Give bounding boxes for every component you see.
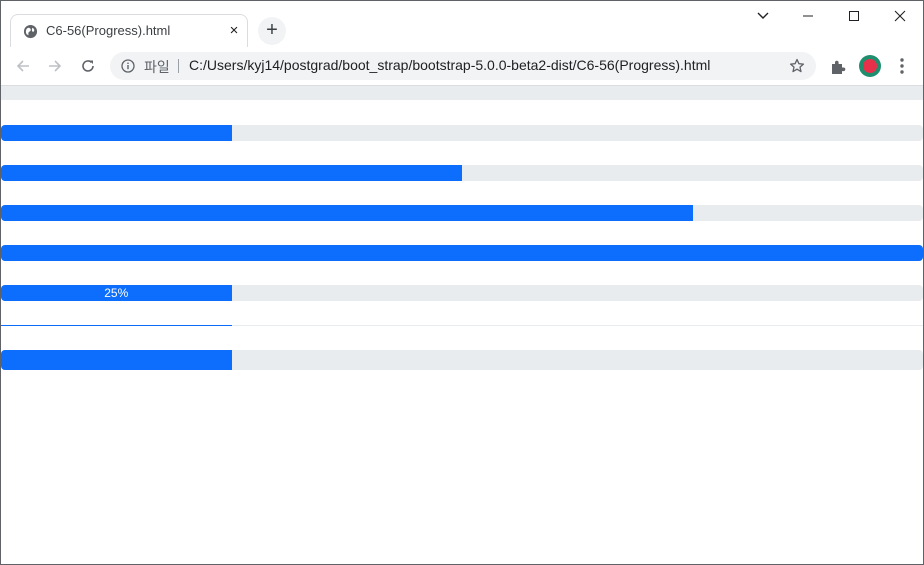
close-window-button[interactable] [878,1,923,31]
browser-tab[interactable]: C6-56(Progress).html × [10,14,248,47]
minimize-button[interactable] [786,1,832,31]
close-icon [894,10,906,22]
reload-button[interactable] [76,54,100,78]
avatar[interactable] [859,55,881,77]
progress-thick [1,350,923,370]
page-content: 25% [1,86,923,564]
tab-title: C6-56(Progress).html [46,23,171,38]
progress-100 [1,245,923,261]
top-progress-strip [1,86,923,100]
url-text[interactable]: C:/Users/kyj14/postgrad/boot_strap/boots… [189,57,710,73]
maximize-icon [849,11,859,21]
back-button[interactable] [11,54,35,78]
info-icon[interactable] [121,59,135,73]
star-icon[interactable] [789,58,805,74]
tab-search-button[interactable] [740,1,786,31]
forward-button[interactable] [43,54,67,78]
progress-bar-fill [1,205,693,221]
arrow-right-icon [49,60,62,72]
globe-icon [23,24,38,39]
progress-labeled: 25% [1,285,923,301]
progress-bar-fill [1,325,232,326]
address-separator [178,59,179,73]
progress-bar-fill [1,245,923,261]
arrow-left-icon [16,60,29,72]
scheme-label: 파일 [144,59,170,75]
tab-close-button[interactable]: × [225,22,243,40]
browser-toolbar: 파일 C:/Users/kyj14/postgrad/boot_strap/bo… [1,47,923,86]
maximize-button[interactable] [832,1,878,31]
progress-bar-fill: 25% [1,285,232,301]
new-tab-button[interactable]: + [258,17,286,45]
minimize-icon [803,15,813,17]
progress-75 [1,205,923,221]
progress-thin [1,325,923,326]
progress-bar-fill [1,350,232,370]
more-vert-icon[interactable] [894,57,910,75]
address-bar[interactable]: 파일 C:/Users/kyj14/postgrad/boot_strap/bo… [110,52,816,80]
browser-window: C6-56(Progress).html × + 파일 C:/Users/kyj… [0,0,924,565]
progress-bar-fill [1,125,232,141]
chevron-down-icon [757,12,769,19]
reload-icon [82,60,94,72]
tab-strip: C6-56(Progress).html × + [1,1,923,47]
progress-50 [1,165,923,181]
progress-bar-fill [1,165,462,181]
progress-25 [1,125,923,141]
puzzle-icon[interactable] [829,58,847,76]
avatar-image [863,59,877,73]
